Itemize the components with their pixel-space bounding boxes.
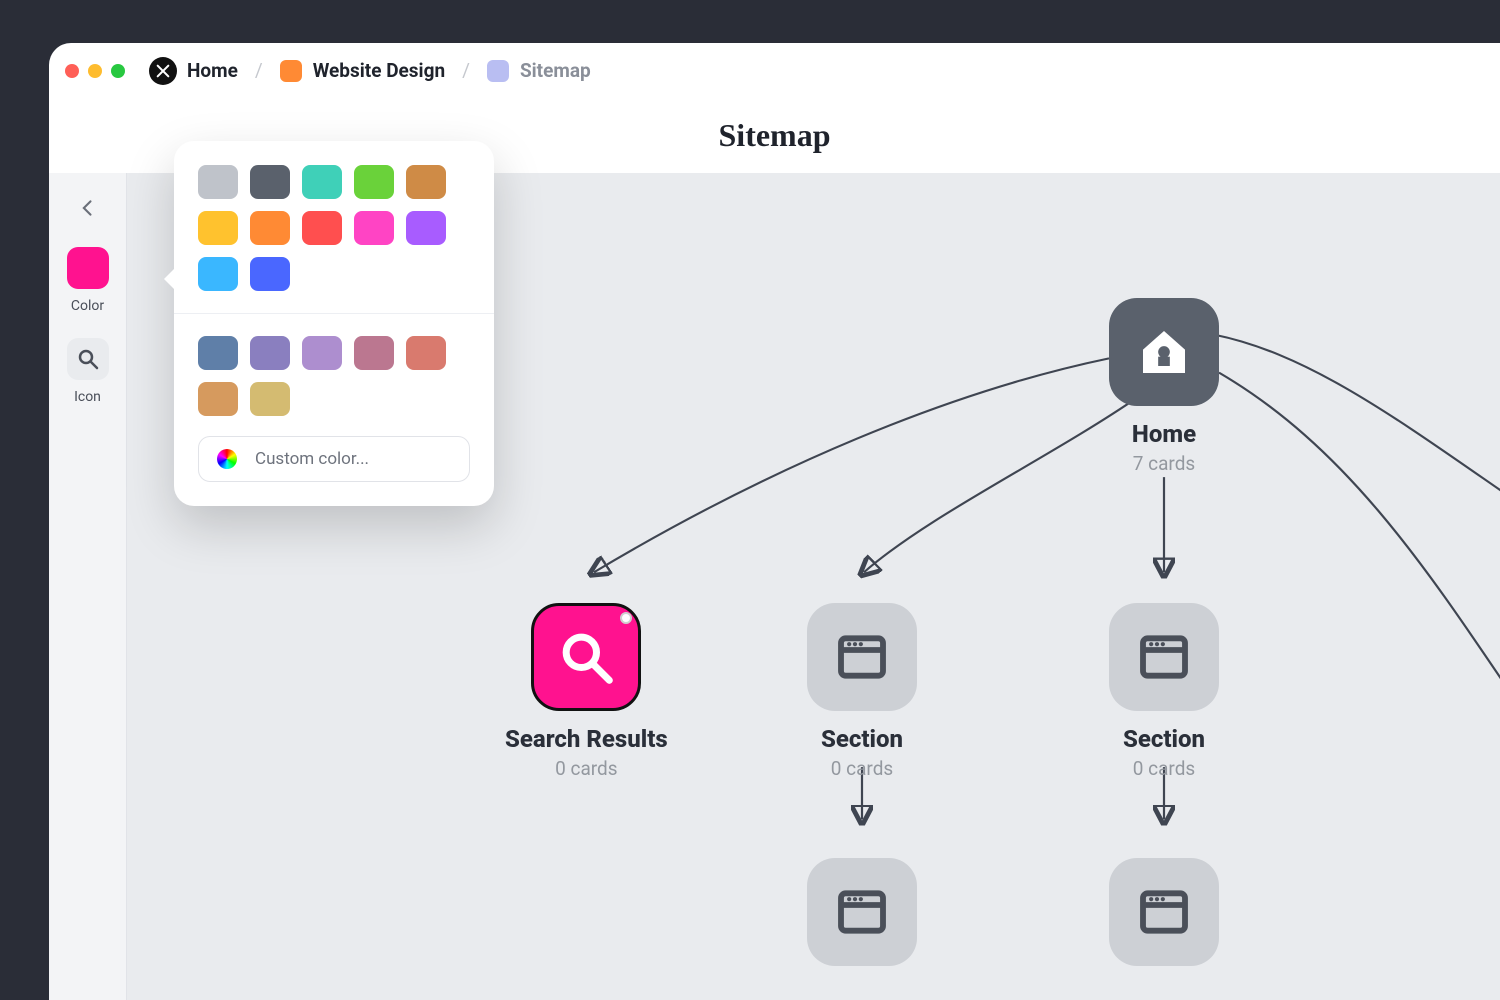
color-swatch[interactable]	[198, 257, 238, 291]
color-swatch[interactable]	[198, 336, 238, 370]
traffic-lights	[65, 64, 125, 78]
breadcrumb-sep: /	[462, 59, 470, 82]
breadcrumb-page[interactable]: Sitemap	[520, 59, 591, 82]
primary-swatches	[198, 165, 470, 291]
node-title: Home	[1132, 420, 1196, 448]
color-swatch[interactable]	[250, 211, 290, 245]
window-icon	[1109, 858, 1219, 966]
window-icon	[807, 603, 917, 711]
color-swatch[interactable]	[198, 382, 238, 416]
node-child-2[interactable]	[1109, 858, 1219, 966]
color-swatch[interactable]	[250, 382, 290, 416]
selection-handle-icon[interactable]	[620, 612, 632, 624]
color-swatch[interactable]	[250, 336, 290, 370]
node-child-1[interactable]	[807, 858, 917, 966]
secondary-swatches	[198, 336, 470, 416]
home-icon	[1109, 298, 1219, 406]
custom-color-button[interactable]: Custom color...	[198, 436, 470, 482]
node-subtitle: 0 cards	[831, 757, 893, 780]
color-swatch-icon	[67, 247, 109, 289]
node-section-2[interactable]: Section 0 cards	[1109, 603, 1219, 780]
app-logo-icon[interactable]	[149, 57, 177, 85]
node-title: Section	[821, 725, 903, 753]
divider	[174, 313, 494, 314]
node-title: Search Results	[505, 725, 668, 753]
back-button[interactable]	[73, 193, 103, 223]
color-swatch[interactable]	[354, 165, 394, 199]
color-swatch[interactable]	[198, 211, 238, 245]
breadcrumb: Home / Website Design / Sitemap	[187, 59, 591, 82]
node-subtitle: 7 cards	[1133, 452, 1195, 475]
color-swatch[interactable]	[250, 257, 290, 291]
window-close-button[interactable]	[65, 64, 79, 78]
color-swatch[interactable]	[354, 211, 394, 245]
node-title: Section	[1123, 725, 1205, 753]
window-icon	[1109, 603, 1219, 711]
color-swatch[interactable]	[354, 336, 394, 370]
node-subtitle: 0 cards	[1133, 757, 1195, 780]
window-minimize-button[interactable]	[88, 64, 102, 78]
color-swatch[interactable]	[302, 336, 342, 370]
node-home[interactable]: Home 7 cards	[1109, 298, 1219, 475]
breadcrumb-sep: /	[255, 59, 263, 82]
breadcrumb-project[interactable]: Website Design	[313, 59, 445, 82]
rail-label-color: Color	[71, 298, 104, 314]
color-swatch[interactable]	[302, 211, 342, 245]
search-icon	[67, 338, 109, 380]
titlebar: Home / Website Design / Sitemap	[49, 43, 1500, 98]
color-swatch[interactable]	[406, 165, 446, 199]
breadcrumb-home[interactable]: Home	[187, 59, 238, 82]
color-swatch[interactable]	[302, 165, 342, 199]
color-popover: Custom color...	[174, 141, 494, 506]
rail-item-color[interactable]: Color	[67, 247, 109, 314]
search-icon	[531, 603, 641, 711]
project-color-chip	[280, 60, 302, 82]
color-swatch[interactable]	[250, 165, 290, 199]
node-subtitle: 0 cards	[555, 757, 617, 780]
color-wheel-icon	[217, 449, 237, 469]
page-color-chip	[487, 60, 509, 82]
color-swatch[interactable]	[406, 336, 446, 370]
left-rail: Color Icon	[49, 173, 127, 1000]
node-search-results[interactable]: Search Results 0 cards	[505, 603, 668, 780]
rail-label-icon: Icon	[74, 389, 101, 405]
app-window: Home / Website Design / Sitemap Sitemap	[49, 43, 1500, 1000]
color-swatch[interactable]	[198, 165, 238, 199]
window-zoom-button[interactable]	[111, 64, 125, 78]
window-icon	[807, 858, 917, 966]
node-section-1[interactable]: Section 0 cards	[807, 603, 917, 780]
rail-item-icon[interactable]: Icon	[67, 338, 109, 405]
color-swatch[interactable]	[406, 211, 446, 245]
custom-color-label: Custom color...	[255, 449, 369, 469]
